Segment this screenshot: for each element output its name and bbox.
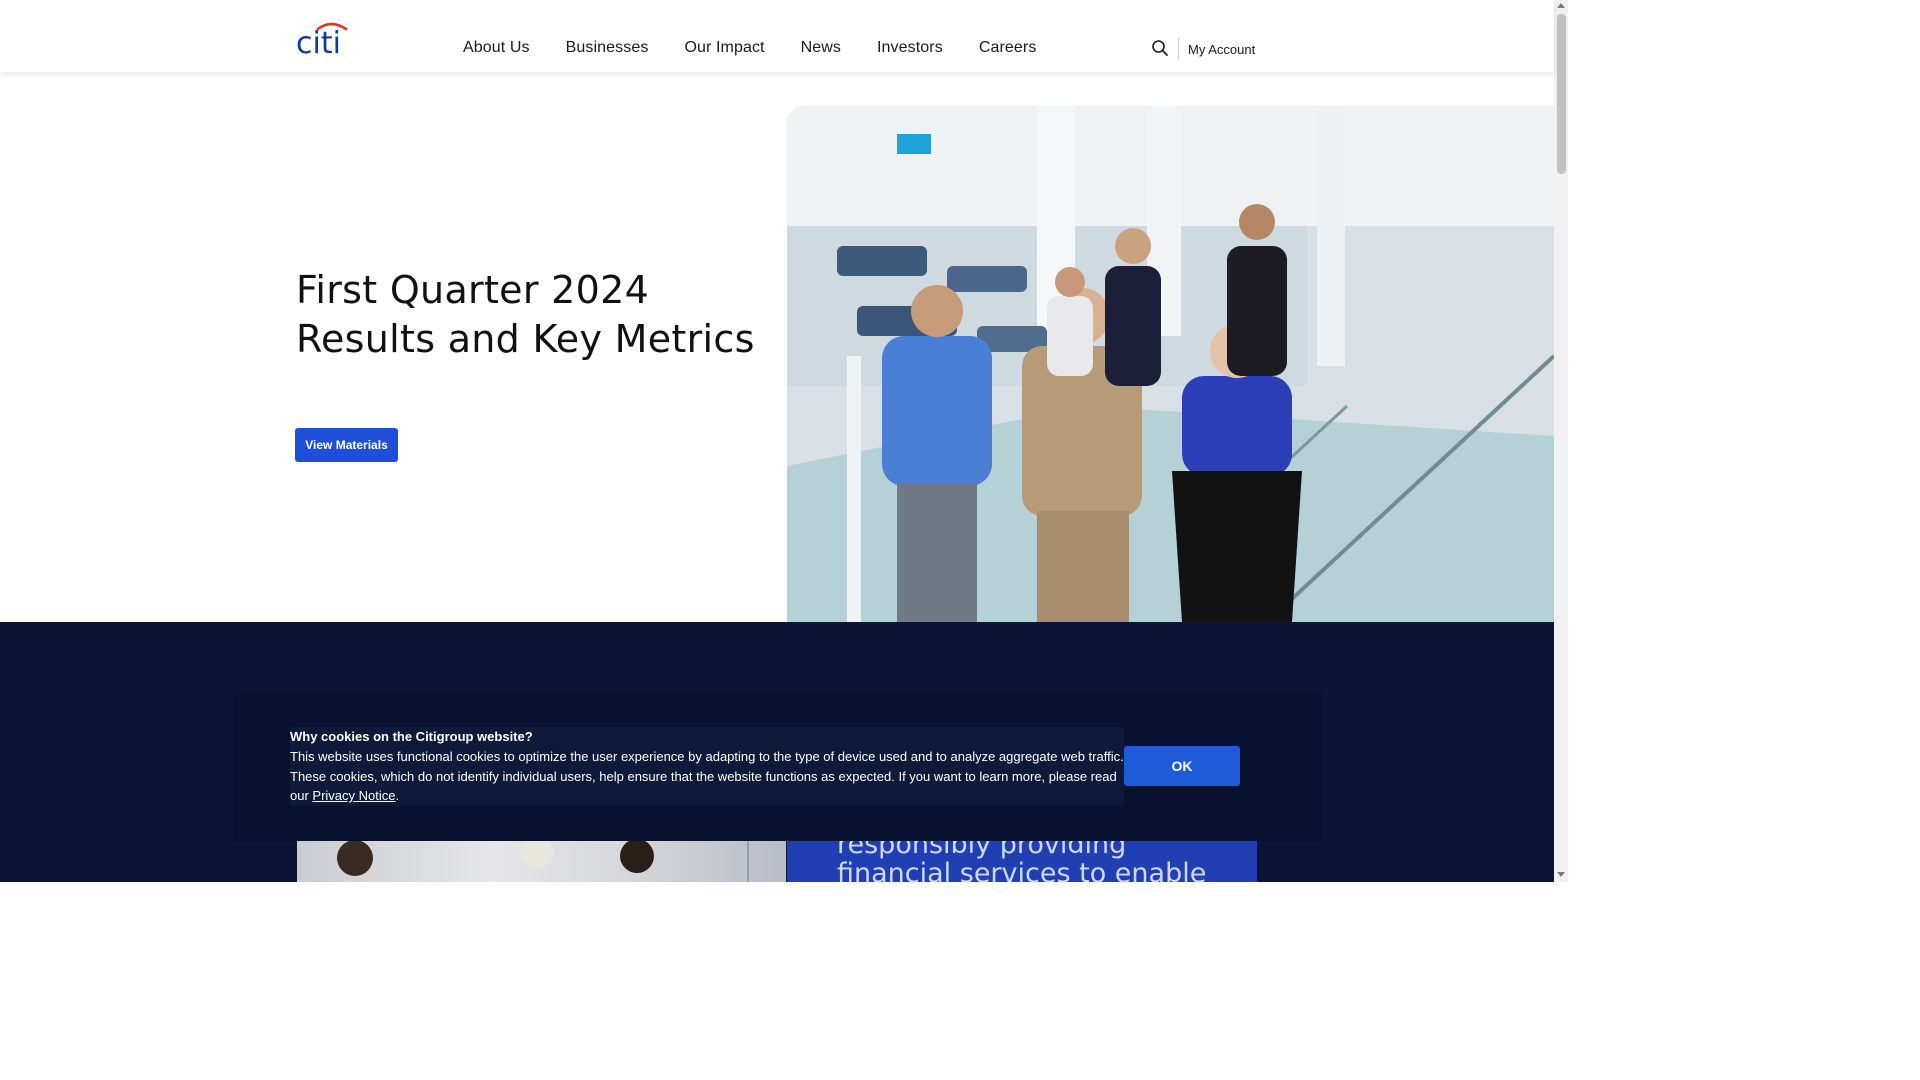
cookie-body-text: This website uses functional cookies to … [290, 749, 1124, 803]
nav-item-our-impact[interactable]: Our Impact [684, 39, 764, 57]
hero-image [787, 106, 1554, 622]
scroll-up-arrow-icon[interactable] [1557, 3, 1565, 8]
cookie-ok-button[interactable]: OK [1124, 746, 1240, 786]
search-icon[interactable] [1151, 39, 1169, 57]
nav-item-careers[interactable]: Careers [979, 39, 1037, 57]
logo-text: citi [296, 26, 341, 56]
cookie-body-tail: . [395, 788, 400, 803]
view-materials-button[interactable]: View Materials [295, 428, 398, 462]
cookie-body: This website uses functional cookies to … [290, 747, 1124, 806]
mission-text-line-2: financial services to enable [837, 858, 1207, 889]
hero-title: First Quarter 2024 Results and Key Metri… [296, 268, 755, 361]
cookie-message: Why cookies on the Citigroup website? Th… [290, 727, 1124, 806]
my-account-link[interactable]: My Account [1188, 42, 1255, 57]
citi-logo[interactable]: citi [296, 20, 352, 61]
nav-item-businesses[interactable]: Businesses [566, 39, 649, 57]
header-divider [1178, 38, 1179, 60]
nav-item-news[interactable]: News [801, 39, 841, 57]
cookie-title: Why cookies on the Citigroup website? [290, 729, 533, 744]
site-header: citi About Us Businesses Our Impact News… [0, 0, 1554, 72]
scrollbar-thumb[interactable] [1557, 14, 1566, 174]
nav-item-about-us[interactable]: About Us [463, 39, 530, 57]
main-nav: About Us Businesses Our Impact News Inve… [463, 39, 1036, 57]
nav-item-investors[interactable]: Investors [877, 39, 943, 57]
scroll-down-arrow-icon[interactable] [1557, 872, 1565, 877]
privacy-notice-link[interactable]: Privacy Notice [312, 788, 395, 803]
